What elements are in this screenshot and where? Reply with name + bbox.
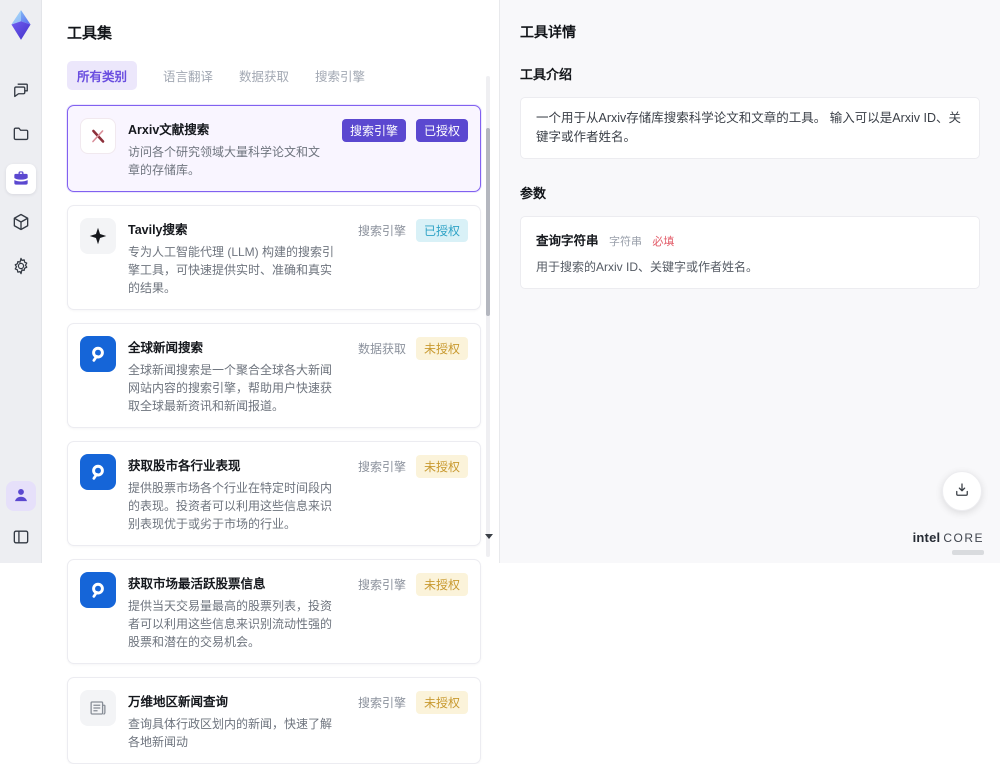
auth-status-badge: 未授权: [415, 455, 468, 478]
tool-card-arxiv[interactable]: Arxiv文献搜索 访问各个研究领域大量科学论文和文章的存储库。 搜索引擎 已授…: [67, 105, 481, 192]
param-type: 字符串: [608, 235, 642, 248]
auth-status-badge: 未授权: [415, 337, 468, 360]
param-name: 查询字符串: [536, 233, 599, 248]
sidebar-item-models[interactable]: [6, 208, 36, 238]
tavily-star-icon: [80, 218, 116, 254]
scrollbar-thumb[interactable]: [486, 128, 490, 316]
param-required-badge: 必填: [652, 235, 675, 248]
app-logo-icon: [4, 8, 38, 42]
tool-intro-text: 一个用于从Arxiv存储库搜索科学论文和文章的工具。 输入可以是Arxiv ID…: [520, 97, 980, 159]
download-icon: [953, 481, 971, 502]
tool-desc: 提供股票市场各个行业在特定时间段内的表现。投资者可以利用这些信息来识别表现优于或…: [128, 481, 333, 531]
tool-desc: 访问各个研究领域大量科学论文和文章的存储库。: [128, 145, 321, 177]
chat-icon: [11, 80, 31, 103]
category-label: 搜索引擎: [357, 460, 406, 474]
download-button[interactable]: [942, 471, 982, 511]
category-label: 搜索引擎: [357, 578, 406, 592]
core-brand-text: CORE: [943, 531, 984, 545]
toolbox-icon: [11, 168, 31, 191]
tool-card-active-stocks[interactable]: 获取市场最活跃股票信息 提供当天交易量最高的股票列表，投资者可以利用这些信息来识…: [67, 559, 481, 664]
param-desc: 用于搜索的Arxiv ID、关键字或作者姓名。: [536, 259, 759, 274]
tab-data-fetch[interactable]: 数据获取: [239, 61, 289, 90]
panel-toggle-icon: [11, 527, 31, 550]
gear-icon: [11, 256, 31, 279]
tool-name: 获取股市各行业表现: [128, 459, 241, 473]
news-app-icon: [80, 572, 116, 608]
category-tabs: 所有类别 语言翻译 数据获取 搜索引擎: [67, 61, 475, 90]
user-icon: [11, 485, 31, 508]
sidebar-item-panel-toggle[interactable]: [6, 523, 36, 553]
app-window: 工具集 所有类别 语言翻译 数据获取 搜索引擎 Arxiv文献搜索 访问各个研究…: [0, 0, 1000, 764]
tool-list: Arxiv文献搜索 访问各个研究领域大量科学论文和文章的存储库。 搜索引擎 已授…: [67, 105, 481, 764]
news-app-icon: [80, 336, 116, 372]
sidebar-item-settings[interactable]: [6, 252, 36, 282]
tool-card-global-news[interactable]: 全球新闻搜索 全球新闻搜索是一个聚合全球各大新闻网站内容的搜索引擎，帮助用户快速…: [67, 323, 481, 428]
intro-heading: 工具介绍: [520, 67, 573, 82]
auth-status-badge: 未授权: [415, 691, 468, 714]
tool-name: 全球新闻搜索: [128, 341, 204, 355]
tool-desc: 全球新闻搜索是一个聚合全球各大新闻网站内容的搜索引擎，帮助用户快速获取全球最新资…: [128, 363, 333, 413]
tool-card-tavily[interactable]: Tavily搜索 专为人工智能代理 (LLM) 构建的搜索引擎工具，可快速提供实…: [67, 205, 481, 310]
auth-status-badge: 未授权: [415, 573, 468, 596]
tool-desc: 提供当天交易量最高的股票列表，投资者可以利用这些信息来识别流动性强的股票和潜在的…: [128, 599, 333, 649]
category-label: 搜索引擎: [357, 224, 406, 238]
tab-search-engine[interactable]: 搜索引擎: [315, 61, 365, 90]
tool-name: Arxiv文献搜索: [128, 123, 210, 137]
category-label: 数据获取: [357, 342, 406, 356]
tools-panel: 工具集 所有类别 语言翻译 数据获取 搜索引擎 Arxiv文献搜索 访问各个研究…: [42, 0, 500, 764]
folder-icon: [11, 124, 31, 147]
tab-all-categories[interactable]: 所有类别: [67, 61, 138, 90]
arxiv-icon: [80, 118, 116, 154]
auth-status-badge: 已授权: [415, 219, 468, 242]
tool-detail-panel: 工具详情 工具介绍 一个用于从Arxiv存储库搜索科学论文和文章的工具。 输入可…: [500, 0, 1000, 563]
params-heading: 参数: [520, 185, 547, 201]
scroll-down-arrow-icon[interactable]: [485, 534, 493, 539]
tool-card-sector-performance[interactable]: 获取股市各行业表现 提供股票市场各个行业在特定时间段内的表现。投资者可以利用这些…: [67, 441, 481, 546]
category-badge: 搜索引擎: [341, 119, 406, 142]
param-card: 查询字符串 字符串 必填 用于搜索的Arxiv ID、关键字或作者姓名。: [520, 215, 980, 289]
tab-translation[interactable]: 语言翻译: [163, 61, 213, 90]
sidebar-item-files[interactable]: [6, 120, 36, 150]
intel-core-logo: intel CORE: [913, 530, 984, 555]
tool-name: 获取市场最活跃股票信息: [128, 577, 266, 591]
package-icon: [11, 212, 31, 235]
auth-status-badge: 已授权: [415, 119, 468, 142]
news-app-icon: [80, 454, 116, 490]
intel-brand-text: intel: [912, 530, 941, 545]
category-label: 搜索引擎: [357, 696, 406, 710]
tool-name: Tavily搜索: [128, 223, 188, 237]
tool-desc: 专为人工智能代理 (LLM) 构建的搜索引擎工具，可快速提供实时、准确和真实的结…: [128, 245, 335, 295]
list-scrollbar[interactable]: [486, 76, 490, 557]
page-title: 工具集: [67, 25, 113, 42]
brand-subtext-mark: [952, 550, 984, 555]
tool-desc: 查询具体行政区划内的新闻，快速了解各地新闻动: [128, 717, 333, 749]
newspaper-icon: [80, 690, 116, 726]
sidebar-item-profile[interactable]: [5, 481, 36, 511]
tool-card-regional-news[interactable]: 万维地区新闻查询 查询具体行政区划内的新闻，快速了解各地新闻动 搜索引擎 未授权: [67, 677, 481, 764]
tool-name: 万维地区新闻查询: [128, 695, 229, 709]
detail-title: 工具详情: [520, 24, 576, 40]
sidebar-item-chat[interactable]: [6, 76, 36, 106]
left-rail: [0, 0, 42, 563]
sidebar-item-toolbox[interactable]: [5, 164, 36, 194]
